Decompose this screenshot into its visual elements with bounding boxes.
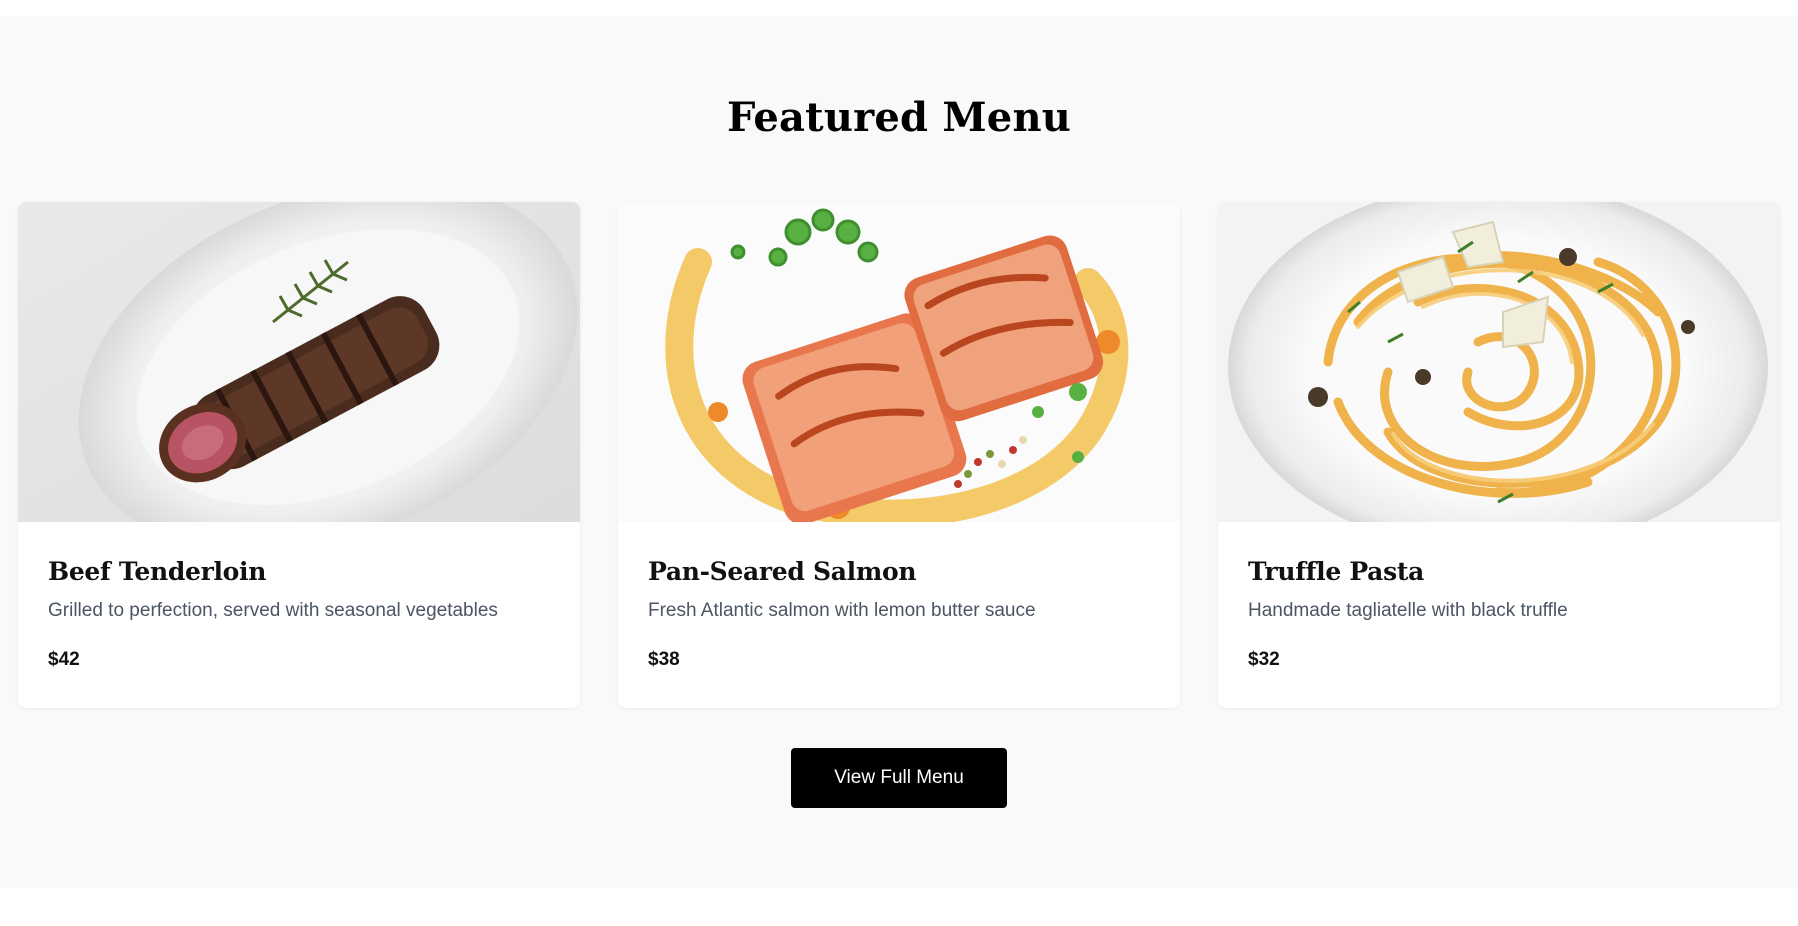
menu-card-pan-seared-salmon[interactable]: Pan-Seared Salmon Fresh Atlantic salmon … <box>618 202 1180 708</box>
dish-description: Grilled to perfection, served with seaso… <box>48 600 498 621</box>
menu-card-beef-tenderloin[interactable]: Beef Tenderloin Grilled to perfection, s… <box>18 202 580 708</box>
featured-menu-section: Featured Menu Beef Tenderloin Grilled to… <box>0 16 1798 888</box>
beef-tenderloin-photo <box>18 202 580 522</box>
dish-name: Truffle Pasta <box>1248 557 1424 586</box>
dish-price: $42 <box>48 649 80 670</box>
pan-seared-salmon-photo <box>618 202 1180 522</box>
dish-name: Pan-Seared Salmon <box>648 557 917 586</box>
dish-price: $32 <box>1248 649 1280 670</box>
dish-description: Handmade tagliatelle with black truffle <box>1248 600 1568 621</box>
section-title: Featured Menu <box>726 94 1072 141</box>
truffle-pasta-photo <box>1218 202 1780 522</box>
view-full-menu-button[interactable]: View Full Menu <box>791 748 1007 808</box>
menu-card-truffle-pasta[interactable]: Truffle Pasta Handmade tagliatelle with … <box>1218 202 1780 708</box>
dish-description: Fresh Atlantic salmon with lemon butter … <box>648 600 1036 621</box>
dish-price: $38 <box>648 649 680 670</box>
menu-card-list: Beef Tenderloin Grilled to perfection, s… <box>18 202 1780 708</box>
dish-name: Beef Tenderloin <box>48 557 267 586</box>
